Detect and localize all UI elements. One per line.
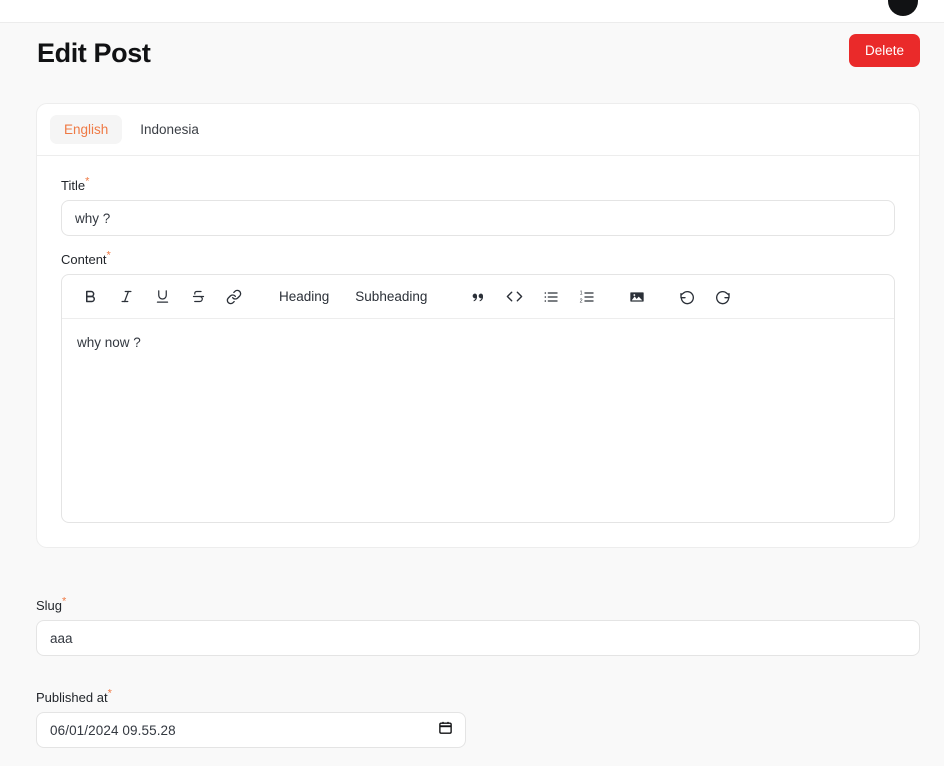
- content-label: Content*: [61, 249, 895, 267]
- post-editor-card: English Indonesia Title* Content*: [36, 103, 920, 548]
- heading-button[interactable]: Heading: [270, 283, 338, 311]
- svg-text:2: 2: [580, 298, 583, 304]
- avatar[interactable]: [888, 0, 918, 16]
- code-icon[interactable]: [500, 283, 529, 311]
- top-bar: [0, 0, 944, 23]
- subheading-button[interactable]: Subheading: [346, 283, 436, 311]
- link-icon[interactable]: [220, 283, 248, 311]
- image-icon[interactable]: [623, 283, 651, 311]
- undo-icon[interactable]: [673, 283, 701, 311]
- tab-indonesia[interactable]: Indonesia: [126, 115, 213, 144]
- required-asterisk: *: [62, 595, 67, 608]
- numbered-list-icon[interactable]: 12: [573, 283, 601, 311]
- published-at-input[interactable]: 06/01/2024 09.55.28: [36, 712, 466, 748]
- underline-icon[interactable]: [148, 283, 176, 311]
- bullet-list-icon[interactable]: [537, 283, 565, 311]
- strikethrough-icon[interactable]: [184, 283, 212, 311]
- svg-text:1: 1: [580, 290, 583, 296]
- content-label-text: Content: [61, 252, 107, 267]
- published-at-value: 06/01/2024 09.55.28: [50, 722, 176, 738]
- delete-button[interactable]: Delete: [848, 34, 920, 67]
- required-asterisk: *: [85, 175, 90, 188]
- rich-text-editor: Heading Subheading 12 why now ?: [61, 274, 895, 523]
- title-label-text: Title: [61, 178, 86, 193]
- slug-label: Slug*: [36, 595, 920, 613]
- language-tabs: English Indonesia: [37, 104, 919, 156]
- quote-icon[interactable]: [464, 283, 492, 311]
- slug-field: Slug*: [36, 595, 920, 656]
- editor-toolbar: Heading Subheading 12: [62, 275, 894, 319]
- published-at-label: Published at*: [36, 687, 920, 705]
- published-at-label-text: Published at: [36, 690, 108, 705]
- redo-icon[interactable]: [709, 283, 737, 311]
- bold-icon[interactable]: [76, 283, 104, 311]
- title-field: Title*: [61, 175, 895, 236]
- card-body: Title* Content*: [37, 156, 919, 547]
- published-at-field: Published at* 06/01/2024 09.55.28: [36, 687, 920, 748]
- calendar-icon[interactable]: [438, 720, 453, 740]
- content-field: Content* Heading Subheading 1 2 why now …: [61, 249, 895, 523]
- content-editor-area[interactable]: why now ?: [62, 319, 894, 522]
- required-asterisk: *: [106, 249, 111, 262]
- tab-english[interactable]: English: [50, 115, 123, 144]
- slug-label-text: Slug: [36, 598, 63, 613]
- page-header: Edit Post Delete: [0, 24, 944, 86]
- required-asterisk: *: [107, 687, 112, 700]
- slug-input[interactable]: [36, 620, 920, 656]
- page-title: Edit Post: [37, 38, 151, 68]
- italic-icon[interactable]: [112, 283, 140, 311]
- title-input[interactable]: [61, 200, 895, 236]
- title-label: Title*: [61, 175, 895, 193]
